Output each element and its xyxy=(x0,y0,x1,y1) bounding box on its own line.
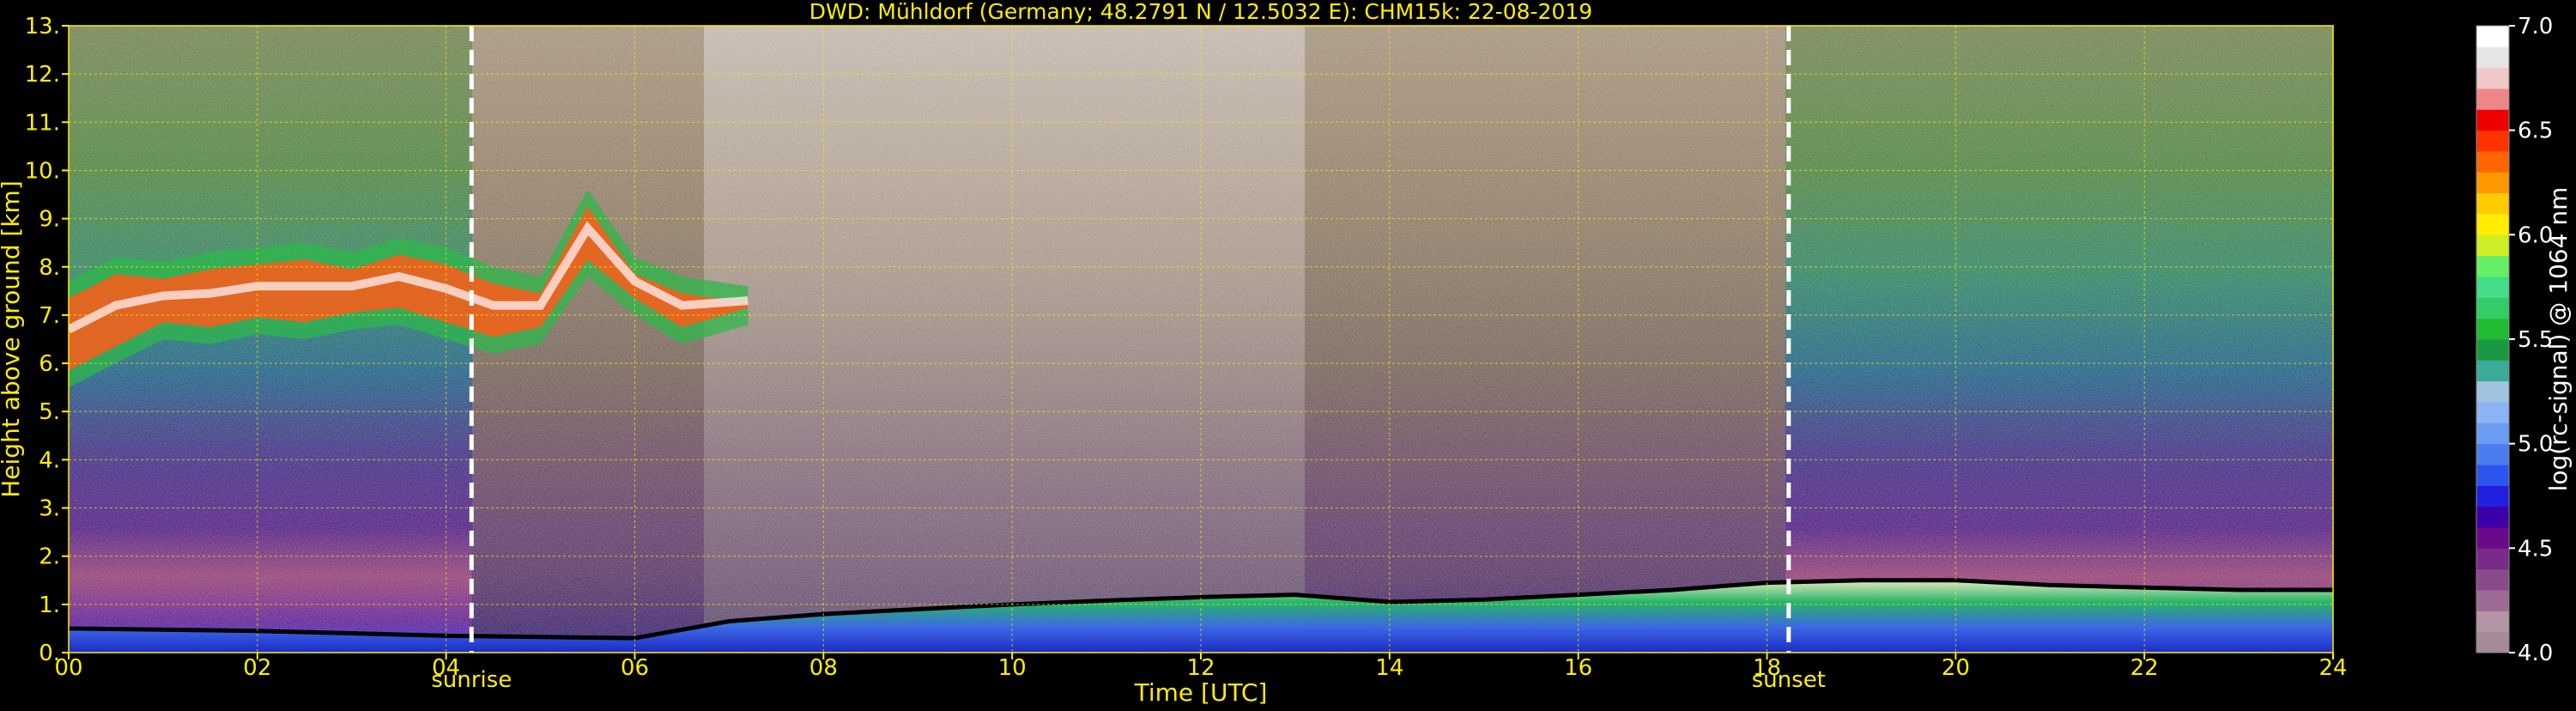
y-tick-label: 8. xyxy=(39,255,60,281)
x-tick-label: 20 xyxy=(1942,655,1970,681)
colorbar-tick-label: 4.5 xyxy=(2518,536,2553,562)
x-tick-label: 22 xyxy=(2131,655,2159,681)
colorbar-segment xyxy=(2476,380,2509,403)
colorbar-segment xyxy=(2476,568,2509,591)
x-tick-label: 14 xyxy=(1375,655,1403,681)
x-axis-label: Time [UTC] xyxy=(1134,678,1268,707)
plot-area xyxy=(69,26,2333,653)
colorbar-segment xyxy=(2476,46,2509,69)
colorbar-segment xyxy=(2476,360,2509,382)
colorbar-segment xyxy=(2476,130,2509,152)
y-tick-label: 10. xyxy=(25,158,60,184)
colorbar-tick-label: 4.0 xyxy=(2518,641,2553,666)
colorbar-segment xyxy=(2476,527,2509,549)
y-tick-label: 9. xyxy=(39,207,60,233)
colorbar-label: log(rc-signal) @ 1064 nm xyxy=(2544,187,2573,492)
x-tick-label: 06 xyxy=(621,655,649,681)
colorbar-segment xyxy=(2476,297,2509,319)
colorbar-segment xyxy=(2476,422,2509,445)
x-tick-label: 16 xyxy=(1564,655,1592,681)
chart-title: DWD: Mühldorf (Germany; 48.2791 N / 12.5… xyxy=(809,0,1592,24)
colorbar-segment xyxy=(2476,485,2509,507)
colorbar-segment xyxy=(2476,548,2509,570)
colorbar-tick-label: 7.0 xyxy=(2518,14,2553,40)
x-tick-label: 12 xyxy=(1186,655,1215,681)
y-tick-label: 3. xyxy=(39,496,60,522)
colorbar-segments xyxy=(2476,26,2509,653)
y-tick-label: 6. xyxy=(39,351,60,377)
colorbar-segment xyxy=(2476,590,2509,611)
colorbar-segment xyxy=(2476,88,2509,110)
colorbar-segment xyxy=(2476,255,2509,277)
colorbar-segment xyxy=(2476,214,2509,235)
colorbar-segment xyxy=(2476,151,2509,173)
colorbar-segment xyxy=(2476,67,2509,89)
colorbar-segment xyxy=(2476,402,2509,423)
x-tick-label: 24 xyxy=(2318,655,2347,681)
chart-figure: DWD: Mühldorf (Germany; 48.2791 N / 12.5… xyxy=(0,0,2576,708)
colorbar-segment xyxy=(2476,26,2509,47)
colorbar-segment xyxy=(2476,109,2509,131)
colorbar-tick-label: 6.5 xyxy=(2518,118,2553,144)
y-axis-ticks: 0. 1. 2. 3. 4. 5. 6. 7. 8. 9. 10. 11. 12. 13. xyxy=(25,14,69,666)
sunset-label: sunset xyxy=(1752,667,1826,693)
y-tick-label: 2. xyxy=(39,544,60,570)
x-tick-label: 08 xyxy=(809,655,838,681)
colorbar-segment xyxy=(2476,234,2509,257)
y-tick-label: 12. xyxy=(25,62,60,88)
colorbar-segment xyxy=(2476,465,2509,486)
colorbar-segment xyxy=(2476,276,2509,298)
colorbar-segment xyxy=(2476,172,2509,194)
colorbar-segment xyxy=(2476,631,2509,653)
x-axis-ticks: 00 02 04 06 08 10 12 14 16 18 20 22 24 xyxy=(54,653,2348,681)
y-tick-label: 13. xyxy=(25,14,60,40)
sunrise-label: sunrise xyxy=(431,667,512,693)
colorbar-segment xyxy=(2476,318,2509,340)
colorbar-segment xyxy=(2476,506,2509,528)
y-axis-label: Height above ground [km] xyxy=(0,180,25,498)
x-tick-label: 02 xyxy=(243,655,271,681)
y-tick-label: 4. xyxy=(39,447,60,473)
colorbar-segment xyxy=(2476,611,2509,633)
colorbar-segment xyxy=(2476,192,2509,215)
colorbar-segment xyxy=(2476,443,2509,465)
y-tick-label: 1. xyxy=(39,592,60,618)
y-tick-label: 7. xyxy=(39,303,60,329)
lidar-heatmap-chart: DWD: Mühldorf (Germany; 48.2791 N / 12.5… xyxy=(0,0,2573,707)
y-tick-label: 0. xyxy=(39,641,60,666)
y-tick-label: 5. xyxy=(39,399,60,425)
colorbar-segment xyxy=(2476,339,2509,361)
x-tick-label: 10 xyxy=(998,655,1027,681)
colorbar: 4.04.55.05.56.06.57.0 log(rc-signal) @ 1… xyxy=(2476,14,2573,666)
y-tick-label: 11. xyxy=(25,110,60,136)
